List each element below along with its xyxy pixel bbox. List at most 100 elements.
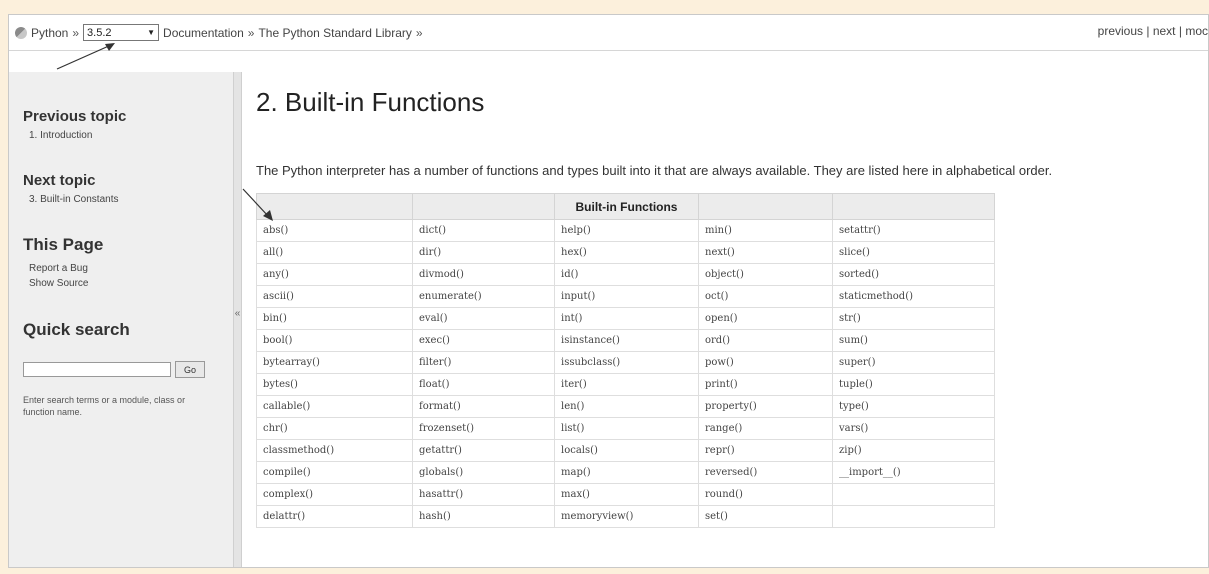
intro-paragraph: The Python interpreter has a number of f… [256,163,1053,178]
builtin-functions-table: Built-in Functions abs() dict() help() min(… [256,193,995,528]
function-link[interactable]: format() [412,395,555,418]
function-link[interactable]: memoryview() [554,505,699,528]
function-link[interactable]: hasattr() [412,483,555,506]
function-link[interactable]: chr() [256,417,413,440]
function-link[interactable]: isinstance() [554,329,699,352]
function-link[interactable]: min() [698,219,833,242]
function-link[interactable]: setattr() [832,219,995,242]
breadcrumb-separator: » [415,25,423,40]
function-link[interactable]: callable() [256,395,413,418]
breadcrumb-documentation-link[interactable]: Documentation [163,26,244,40]
function-link[interactable]: divmod() [412,263,555,286]
function-link[interactable]: filter() [412,351,555,374]
function-link[interactable]: tuple() [832,373,995,396]
function-link[interactable]: compile() [256,461,413,484]
function-link[interactable]: bytearray() [256,351,413,374]
function-link[interactable]: all() [256,241,413,264]
function-link[interactable]: print() [698,373,833,396]
function-link[interactable]: hex() [554,241,699,264]
function-link[interactable]: map() [554,461,699,484]
function-link[interactable]: range() [698,417,833,440]
function-link[interactable]: eval() [412,307,555,330]
sidebar-collapse-button[interactable]: « [234,72,242,567]
function-link[interactable]: __import__() [832,461,995,484]
function-link[interactable]: bool() [256,329,413,352]
function-link[interactable]: globals() [412,461,555,484]
function-link[interactable]: enumerate() [412,285,555,308]
show-source-link[interactable]: Show Source [29,278,88,289]
function-link[interactable]: len() [554,395,699,418]
previous-topic-link[interactable]: 1. Introduction [29,130,92,141]
function-link[interactable]: set() [698,505,833,528]
function-link[interactable]: issubclass() [554,351,699,374]
function-link[interactable]: complex() [256,483,413,506]
table-row: abs() dict() help() min() setattr() [256,219,995,242]
function-link[interactable]: vars() [832,417,995,440]
function-link[interactable]: locals() [554,439,699,462]
function-link[interactable]: open() [698,307,833,330]
search-go-button[interactable]: Go [175,361,205,378]
table-row: complex() hasattr() max() round() [256,483,995,506]
table-row: callable() format() len() property() type() [256,395,995,418]
function-link[interactable]: repr() [698,439,833,462]
function-link[interactable]: next() [698,241,833,264]
function-link[interactable]: help() [554,219,699,242]
function-link[interactable]: classmethod() [256,439,413,462]
function-link[interactable]: bin() [256,307,413,330]
function-link[interactable]: bytes() [256,373,413,396]
function-link[interactable]: any() [256,263,413,286]
dropdown-arrow-icon: ▼ [147,28,156,37]
previous-topic-heading: Previous topic [23,108,127,125]
function-link[interactable]: max() [554,483,699,506]
function-link[interactable]: super() [832,351,995,374]
function-link[interactable]: round() [698,483,833,506]
version-select[interactable]: 3.5.2 ▼ [83,24,160,41]
previous-link[interactable]: previous [1098,24,1143,38]
function-link[interactable]: staticmethod() [832,285,995,308]
function-link[interactable]: type() [832,395,995,418]
function-link[interactable]: ord() [698,329,833,352]
function-link[interactable]: oct() [698,285,833,308]
table-row: compile() globals() map() reversed() __impor… [256,461,995,484]
table-row: classmethod() getattr() locals() repr() zip(… [256,439,995,462]
function-link[interactable]: int() [554,307,699,330]
table-row: bool() exec() isinstance() ord() sum() [256,329,995,352]
table-header-cell [256,193,413,220]
table-row: any() divmod() id() object() sorted() [256,263,995,286]
table-row: ascii() enumerate() input() oct() staticmeth… [256,285,995,308]
function-link[interactable]: pow() [698,351,833,374]
function-link[interactable]: getattr() [412,439,555,462]
function-link[interactable]: object() [698,263,833,286]
function-link[interactable]: sum() [832,329,995,352]
breadcrumb-python-link[interactable]: Python [31,26,68,40]
collapse-chevron-icon: « [234,308,241,319]
next-topic-link[interactable]: 3. Built-in Constants [29,194,119,205]
function-link[interactable]: exec() [412,329,555,352]
function-link[interactable]: id() [554,263,699,286]
function-link[interactable]: zip() [832,439,995,462]
function-link[interactable]: list() [554,417,699,440]
function-link[interactable]: input() [554,285,699,308]
function-link[interactable]: abs() [256,219,413,242]
breadcrumb-stdlib-link[interactable]: The Python Standard Library [258,26,411,40]
function-link[interactable]: iter() [554,373,699,396]
function-link[interactable]: dict() [412,219,555,242]
report-bug-link[interactable]: Report a Bug [29,263,88,274]
function-link[interactable]: property() [698,395,833,418]
function-link[interactable]: frozenset() [412,417,555,440]
function-link[interactable]: delattr() [256,505,413,528]
function-link[interactable]: ascii() [256,285,413,308]
this-page-heading: This Page [23,235,104,254]
search-input[interactable] [23,362,171,377]
breadcrumb-separator: » [72,25,80,40]
modules-link[interactable]: moc [1185,24,1208,38]
function-link[interactable]: str() [832,307,995,330]
function-link[interactable]: dir() [412,241,555,264]
function-link[interactable]: float() [412,373,555,396]
function-link[interactable]: sorted() [832,263,995,286]
function-link[interactable]: reversed() [698,461,833,484]
table-header-cell [412,193,555,220]
function-link[interactable]: hash() [412,505,555,528]
next-link[interactable]: next [1153,24,1176,38]
function-link[interactable]: slice() [832,241,995,264]
